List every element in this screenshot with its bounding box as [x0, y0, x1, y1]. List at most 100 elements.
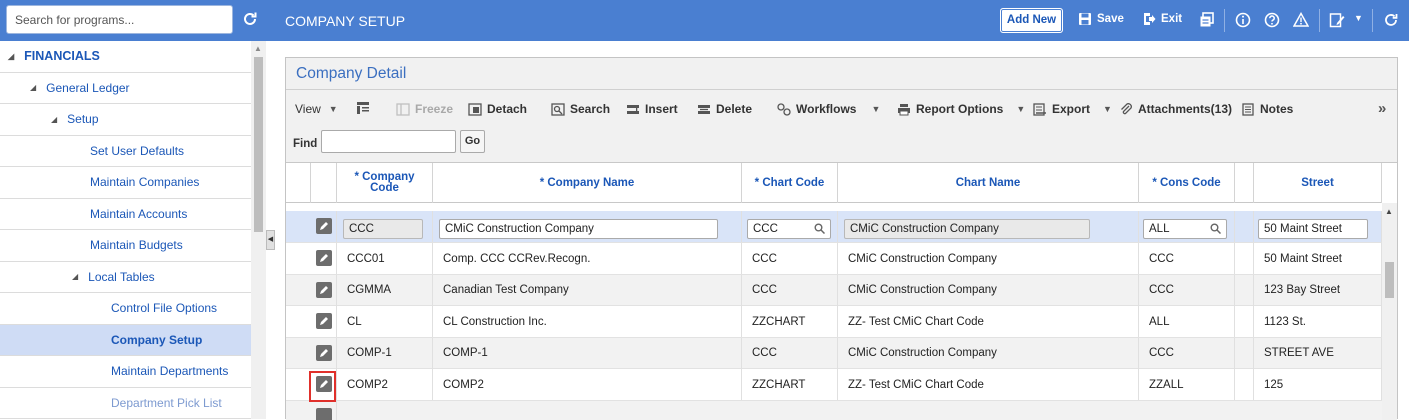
dropdown-caret-icon: ▼	[1103, 104, 1112, 114]
workflows-menu[interactable]: Workflows ▼	[777, 102, 880, 116]
company-code-field[interactable]: CCC	[343, 219, 423, 239]
warning-icon[interactable]	[1293, 12, 1309, 28]
export-menu[interactable]: Export ▼	[1033, 102, 1112, 116]
magnifier-icon[interactable]	[1210, 223, 1221, 234]
tree-item-maintain-budgets[interactable]: Maintain Budgets	[0, 230, 251, 262]
cons-code-cell: ALL	[1139, 211, 1235, 242]
report-options-menu[interactable]: Report Options ▼	[897, 102, 1025, 116]
header-chart-name[interactable]: Chart Name	[838, 163, 1139, 203]
pencil-icon	[320, 254, 328, 262]
header-cons-code[interactable]: * Cons Code	[1139, 163, 1235, 203]
edit-form-icon[interactable]	[1329, 12, 1345, 28]
edit-row-button[interactable]	[316, 218, 332, 234]
freeze-label: Freeze	[415, 102, 454, 116]
edit-button-highlight	[309, 371, 336, 402]
refresh-icon[interactable]	[241, 10, 259, 28]
main-content: Company Detail View ▼ Freeze Detach Sear…	[276, 41, 1409, 420]
grid-scrollbar[interactable]: ▲	[1382, 203, 1397, 420]
tree-item-maintain-accounts[interactable]: Maintain Accounts	[0, 199, 251, 230]
exit-button[interactable]: Exit	[1142, 12, 1182, 26]
table-row-partial[interactable]	[286, 401, 1382, 420]
edit-row-button[interactable]	[316, 408, 332, 420]
edit-row-button[interactable]	[316, 250, 332, 266]
chart-code-cell: CCC	[742, 243, 838, 274]
app-header: COMPANY SETUP Add New Save Exit ▼	[266, 0, 1409, 41]
table-row[interactable]: CCC01 Comp. CCC CCRev.Recogn. CCC CMiC C…	[286, 243, 1382, 275]
dropdown-caret-icon[interactable]: ▼	[1354, 13, 1363, 23]
notes-button[interactable]: Notes	[1241, 102, 1293, 116]
collapse-sidebar-handle[interactable]: ◀	[266, 230, 275, 250]
magnifier-icon[interactable]	[814, 223, 825, 234]
expanded-caret-icon: ◢	[72, 272, 79, 282]
chart-code-cell: ZZCHART	[742, 369, 838, 401]
print-preview-icon[interactable]	[1199, 12, 1215, 28]
chart-code-value: CCC	[753, 223, 778, 235]
table-row[interactable]: CGMMA Canadian Test Company CCC CMiC Con…	[286, 274, 1382, 307]
table-row[interactable]: COMP-1 COMP-1 CCC CMiC Construction Comp…	[286, 337, 1382, 370]
header-spacer	[286, 163, 311, 203]
save-button[interactable]: Save	[1078, 12, 1124, 26]
find-label: Find	[293, 138, 318, 150]
delete-button[interactable]: Delete	[697, 102, 752, 116]
cons-code-cell: ALL	[1139, 306, 1235, 338]
tree-item-label: Set User Defaults	[90, 143, 185, 158]
add-new-button[interactable]: Add New	[1000, 8, 1063, 33]
go-button[interactable]: Go	[460, 130, 485, 153]
chart-name-cell: CMiC Construction Company	[838, 337, 1139, 369]
insert-button[interactable]: Insert	[626, 102, 678, 116]
company-name-field[interactable]: CMiC Construction Company	[439, 219, 718, 239]
edit-row-button[interactable]	[316, 313, 332, 330]
edit-cell	[311, 211, 337, 242]
sync-icon[interactable]	[1383, 12, 1399, 28]
notes-icon	[1242, 102, 1254, 116]
chart-code-cell: CCC	[742, 211, 838, 242]
search-button[interactable]: Search	[551, 102, 610, 116]
find-input[interactable]	[321, 130, 456, 153]
scroll-up-arrow-icon[interactable]: ▲	[1385, 207, 1393, 216]
tree-item-setup[interactable]: ◢ Setup	[0, 104, 251, 136]
tree-item-company-setup[interactable]: Company Setup	[0, 324, 251, 356]
edit-row-button[interactable]	[316, 344, 332, 361]
tree-item-maintain-companies[interactable]: Maintain Companies	[0, 167, 251, 199]
program-search-input[interactable]	[6, 5, 233, 34]
spacer-cell	[1235, 211, 1254, 242]
detach-button[interactable]: Detach	[468, 102, 527, 116]
scrollbar-thumb[interactable]	[1385, 262, 1394, 298]
attachments-button[interactable]: Attachments(13)	[1119, 102, 1232, 116]
edit-cell	[311, 306, 337, 338]
tree-item-local-tables[interactable]: ◢ Local Tables	[0, 262, 251, 293]
tree-item-control-file-options[interactable]: Control File Options	[0, 293, 251, 325]
tree-item-department-pick-list[interactable]: Department Pick List	[0, 388, 251, 419]
cons-code-field[interactable]: ALL	[1143, 219, 1227, 239]
save-icon	[1079, 13, 1091, 25]
overflow-chevron-icon[interactable]: »	[1378, 100, 1386, 117]
view-menu[interactable]: View ▼	[295, 102, 338, 116]
street-cell: 123 Bay Street	[1254, 274, 1382, 306]
header-street[interactable]: Street	[1254, 163, 1382, 203]
tree-item-financials[interactable]: ◢ FINANCIALS	[0, 41, 251, 73]
header-chart-code[interactable]: * Chart Code	[742, 163, 838, 203]
help-icon[interactable]	[1264, 12, 1280, 28]
workflows-icon	[777, 102, 791, 116]
chart-code-cell: ZZCHART	[742, 306, 838, 338]
page-title: COMPANY SETUP	[285, 13, 406, 29]
chart-code-field[interactable]: CCC	[747, 219, 831, 239]
tree-item-set-user-defaults[interactable]: Set User Defaults	[0, 136, 251, 167]
edit-row-button[interactable]	[316, 281, 332, 298]
scroll-up-arrow-icon[interactable]: ▲	[254, 44, 262, 53]
header-company-name[interactable]: * Company Name	[433, 163, 742, 203]
table-row[interactable]: COMP2 COMP2 ZZCHART ZZ- Test CMiC Chart …	[286, 369, 1382, 401]
tree-item-general-ledger[interactable]: ◢ General Ledger	[0, 73, 251, 104]
table-row[interactable]: CL CL Construction Inc. ZZCHART ZZ- Test…	[286, 306, 1382, 338]
column-layout-icon[interactable]	[356, 101, 371, 115]
pencil-icon	[320, 222, 328, 230]
info-icon[interactable]	[1235, 12, 1251, 28]
print-icon	[898, 103, 910, 115]
street-field[interactable]: 50 Maint Street	[1258, 219, 1368, 239]
scrollbar-thumb[interactable]	[254, 57, 263, 232]
tree-item-maintain-departments[interactable]: Maintain Departments	[0, 356, 251, 388]
sidebar-scrollbar[interactable]: ▲	[251, 41, 266, 419]
table-row[interactable]: CCC CMiC Construction Company CCC CMiC C…	[286, 211, 1382, 243]
header-company-code[interactable]: * Company Code	[337, 163, 433, 203]
freeze-button[interactable]: Freeze	[396, 102, 453, 116]
